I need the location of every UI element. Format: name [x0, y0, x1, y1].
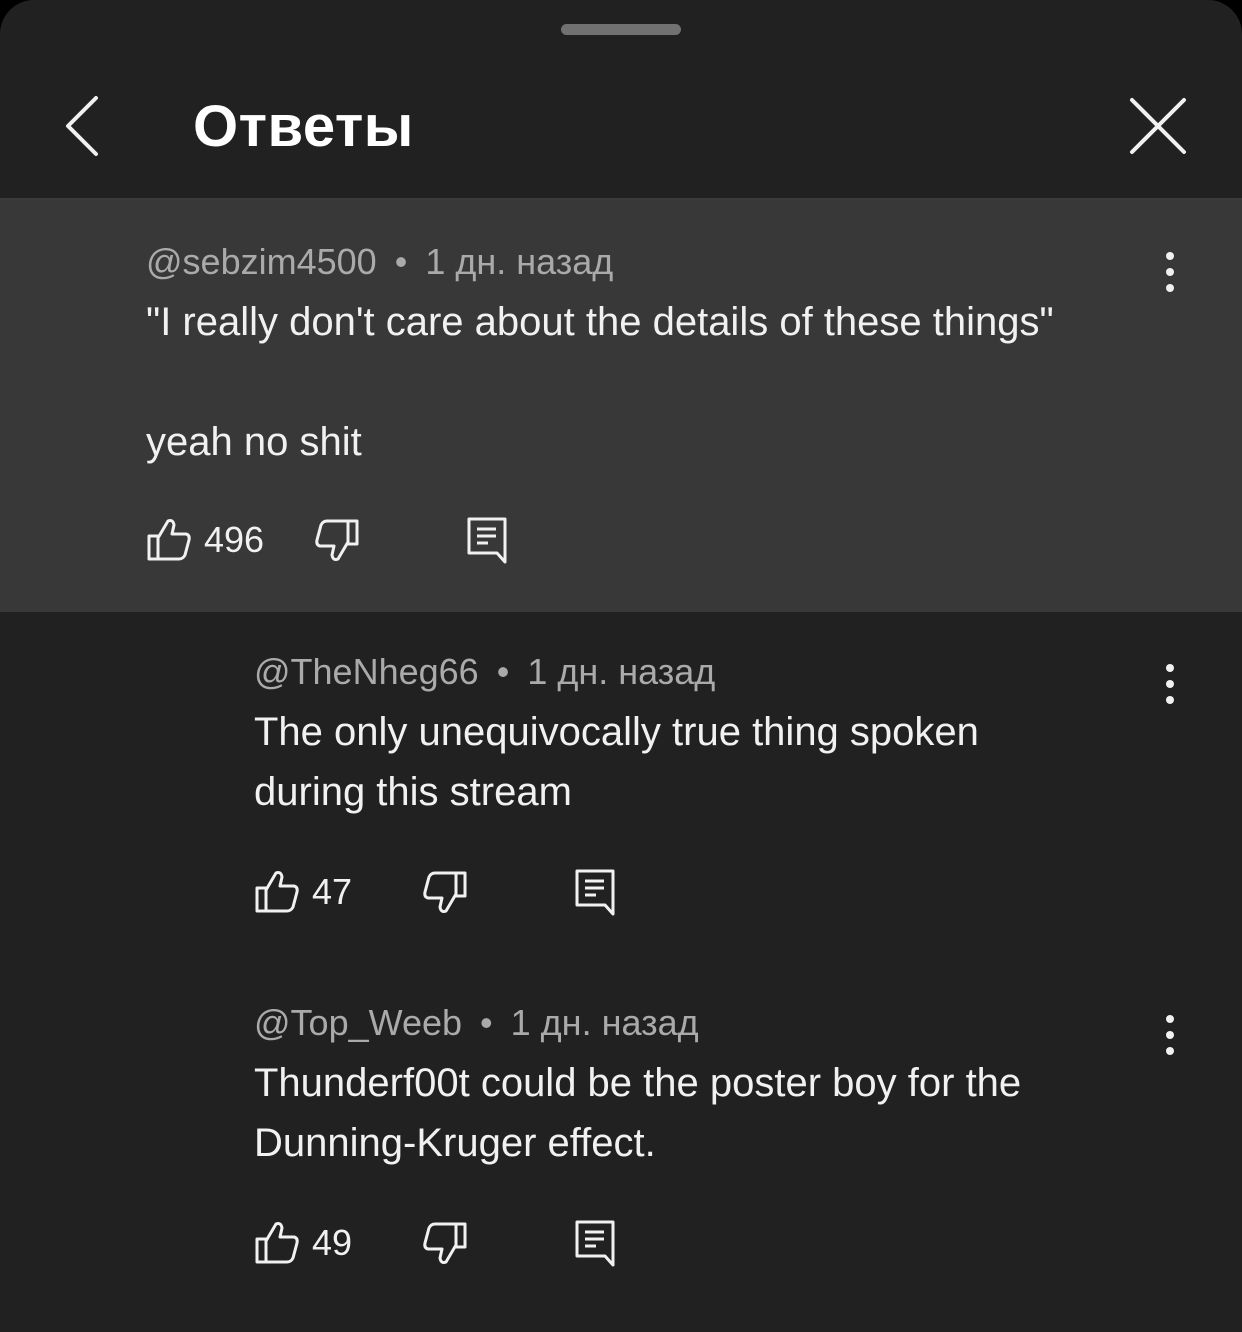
comment-text: Thunderf00t could be the poster boy for …	[254, 1061, 1022, 1165]
reply-comment: @Top_Weeb • 1 дн. назад Thunderf00t coul…	[0, 963, 1242, 1303]
like-count: 47	[312, 871, 353, 912]
page-title: Ответы	[193, 94, 414, 159]
comment-actions: 49	[254, 1219, 634, 1279]
thumbs-up-icon	[255, 871, 299, 913]
meta-separator: •	[496, 651, 510, 692]
thumbs-down-icon	[423, 1222, 467, 1264]
sheet-header: Ответы	[0, 60, 1242, 200]
close-button[interactable]	[1122, 90, 1194, 162]
reply-comment: @TheNheg66 • 1 дн. назад The only unequi…	[0, 612, 1242, 952]
comment-author[interactable]: @sebzim4500	[146, 241, 377, 282]
dislike-button[interactable]	[422, 1221, 468, 1267]
comment-author[interactable]: @Top_Weeb	[254, 1002, 462, 1043]
comment-meta: @TheNheg66 • 1 дн. назад	[254, 650, 715, 694]
like-button[interactable]	[254, 868, 300, 914]
reply-comment-icon	[575, 1220, 615, 1267]
reply-comment-icon	[467, 517, 507, 564]
comment-meta: @sebzim4500 • 1 дн. назад	[146, 240, 613, 284]
comment-actions: 496	[146, 516, 526, 576]
like-button[interactable]	[254, 1219, 300, 1265]
thumbs-up-icon	[147, 519, 191, 561]
meta-separator: •	[394, 241, 408, 282]
like-button[interactable]	[146, 516, 192, 562]
comment-text: "I really don't care about the details o…	[146, 300, 1054, 464]
drag-handle[interactable]	[561, 24, 681, 35]
back-button[interactable]	[52, 90, 112, 162]
thumbs-down-icon	[315, 519, 359, 561]
comment-time: 1 дн. назад	[527, 651, 716, 692]
like-count: 49	[312, 1222, 353, 1263]
comment-time: 1 дн. назад	[425, 241, 614, 282]
dislike-button[interactable]	[422, 870, 468, 916]
reply-button[interactable]	[466, 516, 510, 566]
thumbs-up-icon	[255, 1222, 299, 1264]
dislike-button[interactable]	[314, 518, 360, 564]
comment-actions: 47	[254, 868, 634, 928]
comment-time: 1 дн. назад	[510, 1002, 699, 1043]
comment-meta: @Top_Weeb • 1 дн. назад	[254, 1001, 699, 1045]
reply-button[interactable]	[574, 1219, 618, 1269]
comment-text: The only unequivocally true thing spoken…	[254, 710, 979, 814]
close-icon	[1130, 98, 1186, 154]
thumbs-down-icon	[423, 871, 467, 913]
comment-author[interactable]: @TheNheg66	[254, 651, 479, 692]
like-count: 496	[204, 519, 265, 560]
reply-comment-icon	[575, 869, 615, 916]
reply-button[interactable]	[574, 868, 618, 918]
parent-comment: @sebzim4500 • 1 дн. назад "I really don'…	[0, 200, 1242, 612]
chevron-left-icon	[66, 96, 98, 156]
meta-separator: •	[480, 1002, 493, 1043]
replies-sheet: Ответы @sebzim4500 • 1 дн. назад "I real…	[0, 0, 1242, 1332]
